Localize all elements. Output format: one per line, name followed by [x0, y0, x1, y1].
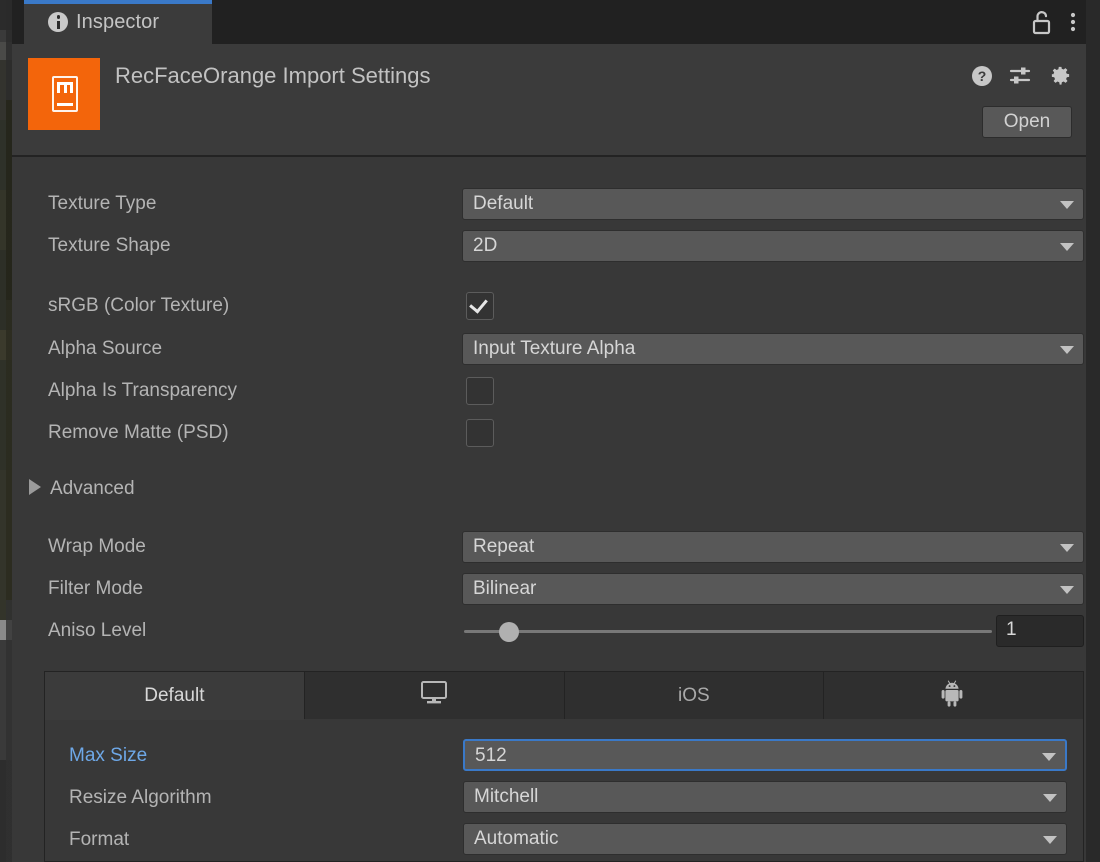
property-row-texture-shape: Texture Shape 2D — [12, 225, 1086, 267]
label-resize-algorithm: Resize Algorithm — [69, 787, 212, 809]
label-aniso-level: Aniso Level — [48, 620, 146, 642]
platform-tab-default-label: Default — [144, 685, 204, 707]
tab-active-accent — [24, 0, 212, 4]
asset-thumbnail[interactable] — [28, 58, 100, 130]
platform-tab-ios-label: iOS — [678, 685, 710, 707]
dropdown-texture-type[interactable]: Default — [462, 188, 1084, 220]
kebab-menu-icon[interactable] — [1068, 8, 1078, 41]
platform-tab-default[interactable]: Default — [45, 672, 305, 719]
right-gutter — [1086, 0, 1100, 862]
info-icon — [48, 12, 68, 32]
open-button[interactable]: Open — [982, 106, 1072, 138]
platform-tab-ios[interactable]: iOS — [565, 672, 825, 719]
label-alpha-is-transparency: Alpha Is Transparency — [48, 380, 237, 402]
checkbox-alpha-is-transparency[interactable] — [466, 377, 494, 405]
label-max-size: Max Size — [69, 745, 147, 767]
monitor-icon — [419, 680, 449, 712]
property-row-format: Format Automatic — [45, 819, 1083, 861]
property-row-alpha-source: Alpha Source Input Texture Alpha — [12, 328, 1086, 370]
tab-inspector-label: Inspector — [76, 11, 159, 34]
platform-settings-box: Default iOS — [44, 671, 1084, 862]
checkbox-remove-matte[interactable] — [466, 419, 494, 447]
android-icon — [941, 679, 967, 713]
chevron-down-icon — [1060, 586, 1074, 594]
dropdown-alpha-source-value: Input Texture Alpha — [473, 338, 635, 360]
platform-tab-android[interactable] — [824, 672, 1083, 719]
dropdown-max-size-value: 512 — [475, 745, 507, 767]
dropdown-resize-algorithm-value: Mitchell — [474, 786, 538, 808]
triangle-right-icon — [29, 479, 41, 495]
page-title: RecFaceOrange Import Settings — [115, 63, 430, 89]
dropdown-filter-mode[interactable]: Bilinear — [462, 573, 1084, 605]
label-srgb: sRGB (Color Texture) — [48, 295, 229, 317]
chevron-down-icon — [1060, 544, 1074, 552]
label-filter-mode: Filter Mode — [48, 578, 143, 600]
asset-header-icons: ? — [971, 64, 1072, 92]
dropdown-texture-shape[interactable]: 2D — [462, 230, 1084, 262]
label-wrap-mode: Wrap Mode — [48, 536, 146, 558]
platform-tab-standalone[interactable] — [305, 672, 565, 719]
dropdown-alpha-source[interactable]: Input Texture Alpha — [462, 333, 1084, 365]
dropdown-texture-type-value: Default — [473, 193, 533, 215]
preset-sliders-icon[interactable] — [1009, 65, 1033, 92]
chevron-down-icon — [1060, 243, 1074, 251]
property-row-aniso-level: Aniso Level 1 — [12, 610, 1086, 652]
property-row-srgb: sRGB (Color Texture) — [12, 285, 1086, 327]
check-icon — [469, 294, 488, 313]
inspector-body: Texture Type Default Texture Shape 2D sR… — [12, 159, 1086, 862]
window-tab-tools — [1030, 8, 1078, 41]
slider-aniso-level-handle[interactable] — [499, 622, 519, 642]
label-remove-matte: Remove Matte (PSD) — [48, 422, 229, 444]
property-row-texture-type: Texture Type Default — [12, 183, 1086, 225]
chevron-down-icon — [1042, 753, 1056, 761]
dropdown-format-value: Automatic — [474, 828, 558, 850]
slider-aniso-level-track[interactable] — [464, 630, 992, 633]
dropdown-max-size[interactable]: 512 — [463, 739, 1067, 771]
label-texture-shape: Texture Shape — [48, 235, 171, 257]
chevron-down-icon — [1060, 346, 1074, 354]
dropdown-resize-algorithm[interactable]: Mitchell — [463, 781, 1067, 813]
window-tab-strip: Inspector — [12, 0, 1086, 44]
label-texture-type: Texture Type — [48, 193, 156, 215]
help-icon[interactable]: ? — [971, 65, 993, 92]
texture-glyph-icon — [52, 76, 78, 112]
dropdown-texture-shape-value: 2D — [473, 235, 497, 257]
tab-inspector[interactable]: Inspector — [24, 0, 212, 44]
property-row-max-size: Max Size 512 — [45, 735, 1083, 777]
label-advanced: Advanced — [50, 478, 135, 500]
dropdown-format[interactable]: Automatic — [463, 823, 1067, 855]
property-row-wrap-mode: Wrap Mode Repeat — [12, 526, 1086, 568]
label-alpha-source: Alpha Source — [48, 338, 162, 360]
label-format: Format — [69, 829, 129, 851]
platform-tab-bar: Default iOS — [45, 672, 1083, 719]
property-row-alpha-is-transparency: Alpha Is Transparency — [12, 370, 1086, 412]
gear-icon[interactable] — [1049, 64, 1072, 92]
dropdown-wrap-mode-value: Repeat — [473, 536, 534, 558]
input-aniso-level[interactable]: 1 — [996, 615, 1084, 647]
property-row-remove-matte: Remove Matte (PSD) — [12, 412, 1086, 454]
inspector-window: Inspector RecFaceOrange Import Set — [0, 0, 1100, 862]
asset-header: RecFaceOrange Import Settings ? — [12, 44, 1086, 157]
foldout-advanced[interactable]: Advanced — [12, 468, 1086, 510]
input-aniso-level-value: 1 — [1006, 619, 1017, 641]
unlocked-padlock-icon[interactable] — [1030, 8, 1054, 41]
chevron-down-icon — [1043, 794, 1057, 802]
svg-text:?: ? — [978, 68, 987, 84]
checkbox-srgb[interactable] — [466, 292, 494, 320]
property-row-resize-algorithm: Resize Algorithm Mitchell — [45, 777, 1083, 819]
dropdown-wrap-mode[interactable]: Repeat — [462, 531, 1084, 563]
property-row-filter-mode: Filter Mode Bilinear — [12, 568, 1086, 610]
chevron-down-icon — [1043, 836, 1057, 844]
dropdown-filter-mode-value: Bilinear — [473, 578, 536, 600]
chevron-down-icon — [1060, 201, 1074, 209]
